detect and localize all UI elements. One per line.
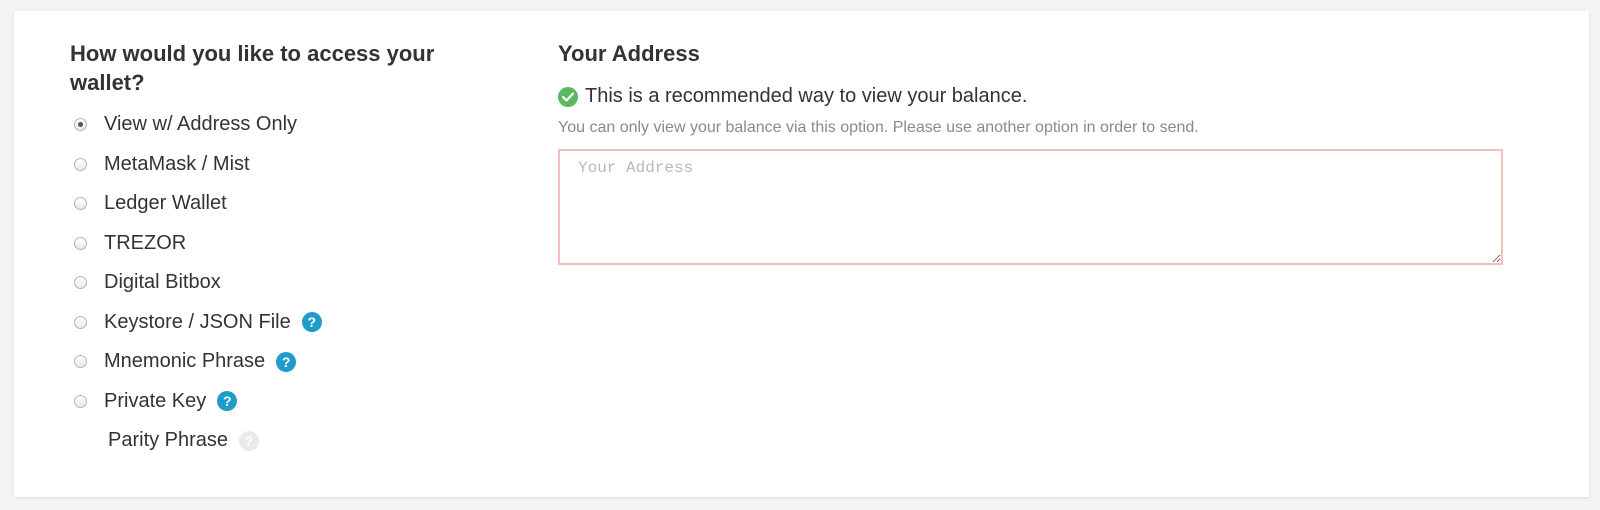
- option-ledger-wallet[interactable]: Ledger Wallet: [70, 184, 490, 224]
- option-keystore-json[interactable]: Keystore / JSON File ?: [70, 303, 490, 343]
- address-input[interactable]: [558, 149, 1503, 265]
- option-label: Mnemonic Phrase: [104, 350, 266, 373]
- radio-metamask-mist[interactable]: [74, 157, 87, 171]
- radio-ledger-wallet[interactable]: [74, 197, 87, 211]
- option-view-address-only[interactable]: View w/ Address Only: [70, 105, 490, 145]
- radio-view-address-only[interactable]: [74, 118, 87, 132]
- option-trezor[interactable]: TREZOR: [70, 224, 490, 264]
- help-icon[interactable]: ?: [301, 312, 322, 333]
- recommendation-line: This is a recommended way to view your b…: [558, 85, 1504, 108]
- help-icon[interactable]: ?: [276, 351, 297, 372]
- option-label: Digital Bitbox: [104, 271, 221, 294]
- help-icon: ?: [239, 430, 260, 451]
- access-title: How would you like to access your wallet…: [70, 41, 435, 95]
- address-panel: Your Address This is a recommended way t…: [558, 39, 1504, 270]
- option-digital-bitbox[interactable]: Digital Bitbox: [70, 263, 490, 303]
- wallet-access-card: How would you like to access your wallet…: [14, 11, 1589, 497]
- address-title: Your Address: [558, 41, 700, 66]
- option-label: View w/ Address Only: [104, 113, 298, 136]
- option-label: Ledger Wallet: [104, 192, 227, 215]
- radio-digital-bitbox[interactable]: [74, 276, 87, 290]
- option-private-key[interactable]: Private Key ?: [70, 382, 490, 422]
- check-circle-icon: [558, 86, 578, 107]
- option-mnemonic-phrase[interactable]: Mnemonic Phrase ?: [70, 342, 490, 382]
- radio-keystore-json[interactable]: [74, 315, 87, 329]
- option-label: Private Key: [104, 389, 207, 412]
- radio-private-key[interactable]: [74, 394, 87, 408]
- access-options-panel: How would you like to access your wallet…: [70, 39, 490, 461]
- option-label: Keystore / JSON File: [104, 310, 291, 333]
- help-icon[interactable]: ?: [217, 391, 238, 412]
- radio-trezor[interactable]: [74, 236, 87, 250]
- option-label: MetaMask / Mist: [104, 152, 250, 175]
- option-label: TREZOR: [104, 231, 187, 254]
- option-metamask-mist[interactable]: MetaMask / Mist: [70, 145, 490, 185]
- option-parity-phrase: Parity Phrase ?: [70, 421, 490, 461]
- access-options-list: View w/ Address Only MetaMask / Mist Led…: [70, 105, 490, 461]
- option-label: Parity Phrase: [108, 429, 229, 452]
- recommendation-text: This is a recommended way to view your b…: [585, 85, 1028, 107]
- radio-mnemonic-phrase[interactable]: [74, 355, 87, 369]
- view-only-note: You can only view your balance via this …: [558, 119, 1199, 136]
